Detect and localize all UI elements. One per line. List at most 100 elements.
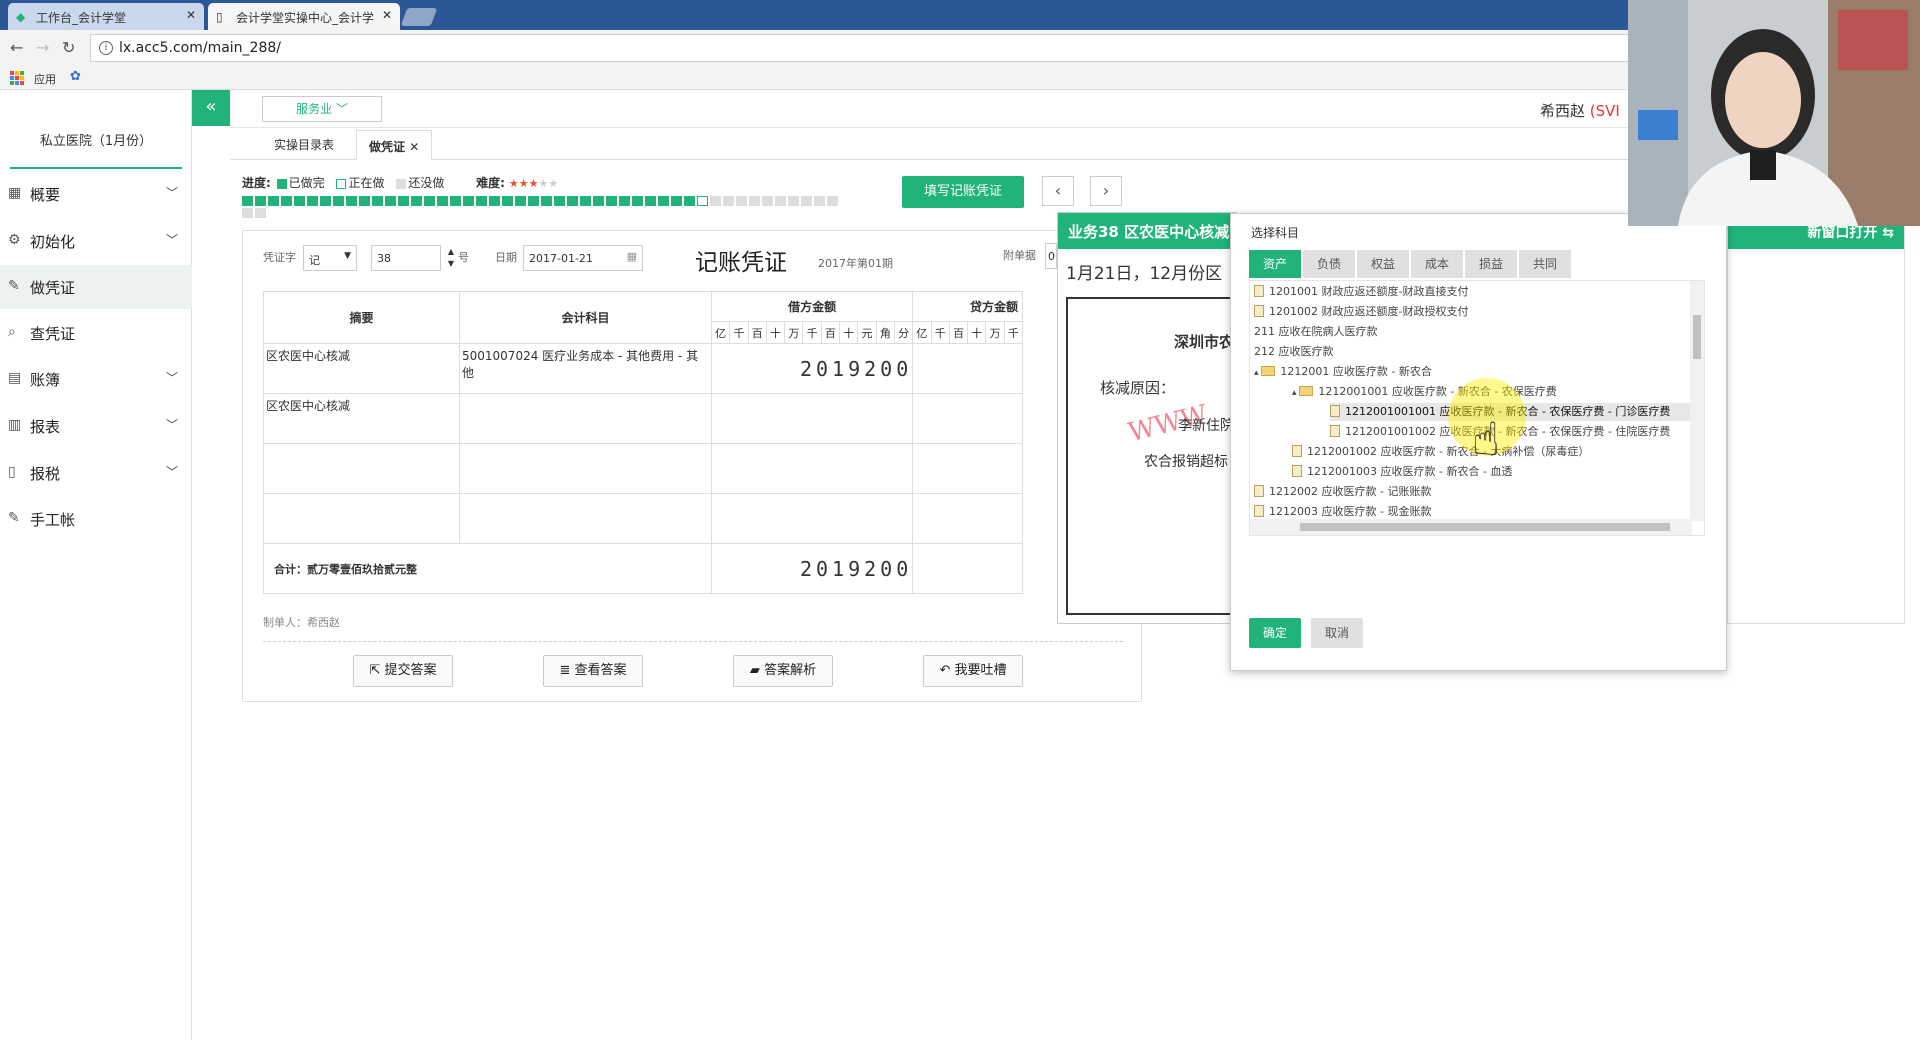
progress-step[interactable]	[463, 196, 474, 206]
voucher-number-input[interactable]: 38 ▲ ▼	[371, 245, 454, 271]
debit-cell[interactable]	[710, 443, 914, 494]
progress-step[interactable]	[606, 196, 617, 206]
progress-step[interactable]	[710, 196, 721, 206]
progress-step[interactable]	[723, 196, 734, 206]
progress-step[interactable]	[814, 196, 825, 206]
account-cell[interactable]	[459, 443, 712, 494]
progress-step[interactable]	[398, 196, 409, 206]
progress-step[interactable]	[281, 196, 292, 206]
progress-step[interactable]	[476, 196, 487, 206]
progress-step[interactable]	[593, 196, 604, 206]
info-icon[interactable]: i	[99, 41, 113, 55]
answer-analysis-button[interactable]: ▰ 答案解析	[733, 655, 833, 687]
user-name[interactable]: 希西赵 (SVI	[1540, 100, 1620, 121]
expand-toggle-icon[interactable]: ▴	[1254, 368, 1261, 378]
sidebar-item-make-voucher[interactable]: ✎ 做凭证	[0, 265, 192, 309]
progress-step[interactable]	[333, 196, 344, 206]
progress-step[interactable]	[827, 196, 838, 206]
confirm-button[interactable]: 确定	[1249, 618, 1301, 648]
progress-step[interactable]	[242, 208, 253, 218]
fill-voucher-button[interactable]: 填写记账凭证	[902, 176, 1024, 208]
account-cell[interactable]	[459, 393, 712, 444]
progress-step[interactable]	[671, 196, 682, 206]
apps-bookmark[interactable]: 应用	[34, 71, 56, 87]
next-button[interactable]: ›	[1090, 176, 1122, 206]
sidebar-item-overview[interactable]: ▦ 概要 ﹀	[0, 172, 192, 216]
tree-item[interactable]: 211 应收在院病人医疗款	[1254, 323, 1690, 341]
progress-step[interactable]	[736, 196, 747, 206]
sidebar-item-ledger[interactable]: ▤ 账簿 ﹀	[0, 357, 192, 401]
tab-liability[interactable]: 负债	[1303, 250, 1355, 278]
tab-asset[interactable]: 资产	[1249, 250, 1301, 278]
progress-step[interactable]	[424, 196, 435, 206]
submit-answer-button[interactable]: ⇱ 提交答案	[353, 655, 453, 687]
sidebar-item-report[interactable]: ▥ 报表 ﹀	[0, 404, 192, 448]
summary-cell[interactable]	[263, 443, 460, 494]
tab-profit-loss[interactable]: 损益	[1465, 250, 1517, 278]
tab-equity[interactable]: 权益	[1357, 250, 1409, 278]
progress-step[interactable]	[450, 196, 461, 206]
horizontal-scrollbar[interactable]	[1250, 519, 1692, 535]
date-input[interactable]: 2017-01-21 ▦	[523, 245, 643, 271]
summary-cell[interactable]	[263, 493, 460, 544]
summary-cell[interactable]: 区农医中心核减	[263, 393, 460, 444]
close-tab-icon[interactable]: ✕	[382, 8, 392, 22]
calendar-icon[interactable]: ▦	[627, 250, 637, 263]
progress-step[interactable]	[268, 196, 279, 206]
sidebar-item-tax[interactable]: ▯ 报税 ﹀	[0, 451, 192, 495]
industry-dropdown[interactable]: 服务业 ﹀	[262, 96, 382, 122]
progress-step[interactable]	[255, 208, 266, 218]
sidebar-item-manual[interactable]: ✎ 手工帐	[0, 497, 192, 541]
tab-practice-catalog[interactable]: 实操目录表	[274, 136, 334, 153]
progress-step[interactable]	[320, 196, 331, 206]
browser-tab-practice[interactable]: ▯ 会计学堂实操中心_会计学 ✕	[208, 3, 400, 30]
progress-step[interactable]	[372, 196, 383, 206]
debit-cell[interactable]	[710, 493, 914, 544]
tree-folder[interactable]: ▴ 1212001 应收医疗款 - 新农合	[1254, 363, 1690, 381]
progress-step[interactable]	[359, 196, 370, 206]
progress-step[interactable]	[788, 196, 799, 206]
tab-make-voucher[interactable]: 做凭证 ✕	[356, 130, 433, 160]
account-cell[interactable]: 5001007024 医疗业务成本 - 其他费用 - 其他	[459, 343, 712, 394]
new-tab-button[interactable]	[400, 8, 438, 26]
progress-step[interactable]	[307, 196, 318, 206]
view-answer-button[interactable]: ≣ 查看答案	[543, 655, 643, 687]
progress-step[interactable]	[762, 196, 773, 206]
tab-common[interactable]: 共同	[1519, 250, 1571, 278]
browser-tab-workbench[interactable]: ◆ 工作台_会计学堂 ✕	[8, 3, 204, 30]
summary-cell[interactable]: 区农医中心核减	[263, 343, 460, 394]
credit-cell[interactable]	[912, 343, 1024, 394]
stepper-icon[interactable]: ▲ ▼	[448, 246, 454, 270]
credit-cell[interactable]	[912, 393, 1024, 444]
cancel-button[interactable]: 取消	[1311, 618, 1363, 648]
debit-cell[interactable]	[710, 393, 914, 444]
progress-step[interactable]	[515, 196, 526, 206]
progress-step[interactable]	[697, 196, 708, 206]
progress-step[interactable]	[294, 196, 305, 206]
progress-step[interactable]	[502, 196, 513, 206]
progress-step[interactable]	[554, 196, 565, 206]
progress-step[interactable]	[632, 196, 643, 206]
vertical-scrollbar[interactable]	[1690, 281, 1704, 521]
progress-step[interactable]	[580, 196, 591, 206]
progress-step[interactable]	[346, 196, 357, 206]
debit-cell[interactable]: 2019200	[710, 343, 914, 394]
progress-step[interactable]	[411, 196, 422, 206]
progress-step[interactable]	[528, 196, 539, 206]
progress-step[interactable]	[437, 196, 448, 206]
credit-cell[interactable]	[912, 493, 1024, 544]
apps-grid-icon[interactable]	[10, 71, 24, 85]
progress-step[interactable]	[255, 196, 266, 206]
paw-icon[interactable]: ✿	[70, 69, 81, 84]
reload-icon[interactable]: ↻	[62, 38, 75, 57]
progress-step[interactable]	[567, 196, 578, 206]
tree-item[interactable]: 1201001 财政应返还额度-财政直接支付	[1254, 283, 1690, 301]
tab-cost[interactable]: 成本	[1411, 250, 1463, 278]
progress-step[interactable]	[658, 196, 669, 206]
account-cell[interactable]	[459, 493, 712, 544]
progress-step[interactable]	[801, 196, 812, 206]
progress-step[interactable]	[684, 196, 695, 206]
sidebar-item-init[interactable]: ⚙ 初始化 ﹀	[0, 219, 192, 263]
progress-step[interactable]	[619, 196, 630, 206]
back-icon[interactable]: ←	[10, 38, 23, 57]
